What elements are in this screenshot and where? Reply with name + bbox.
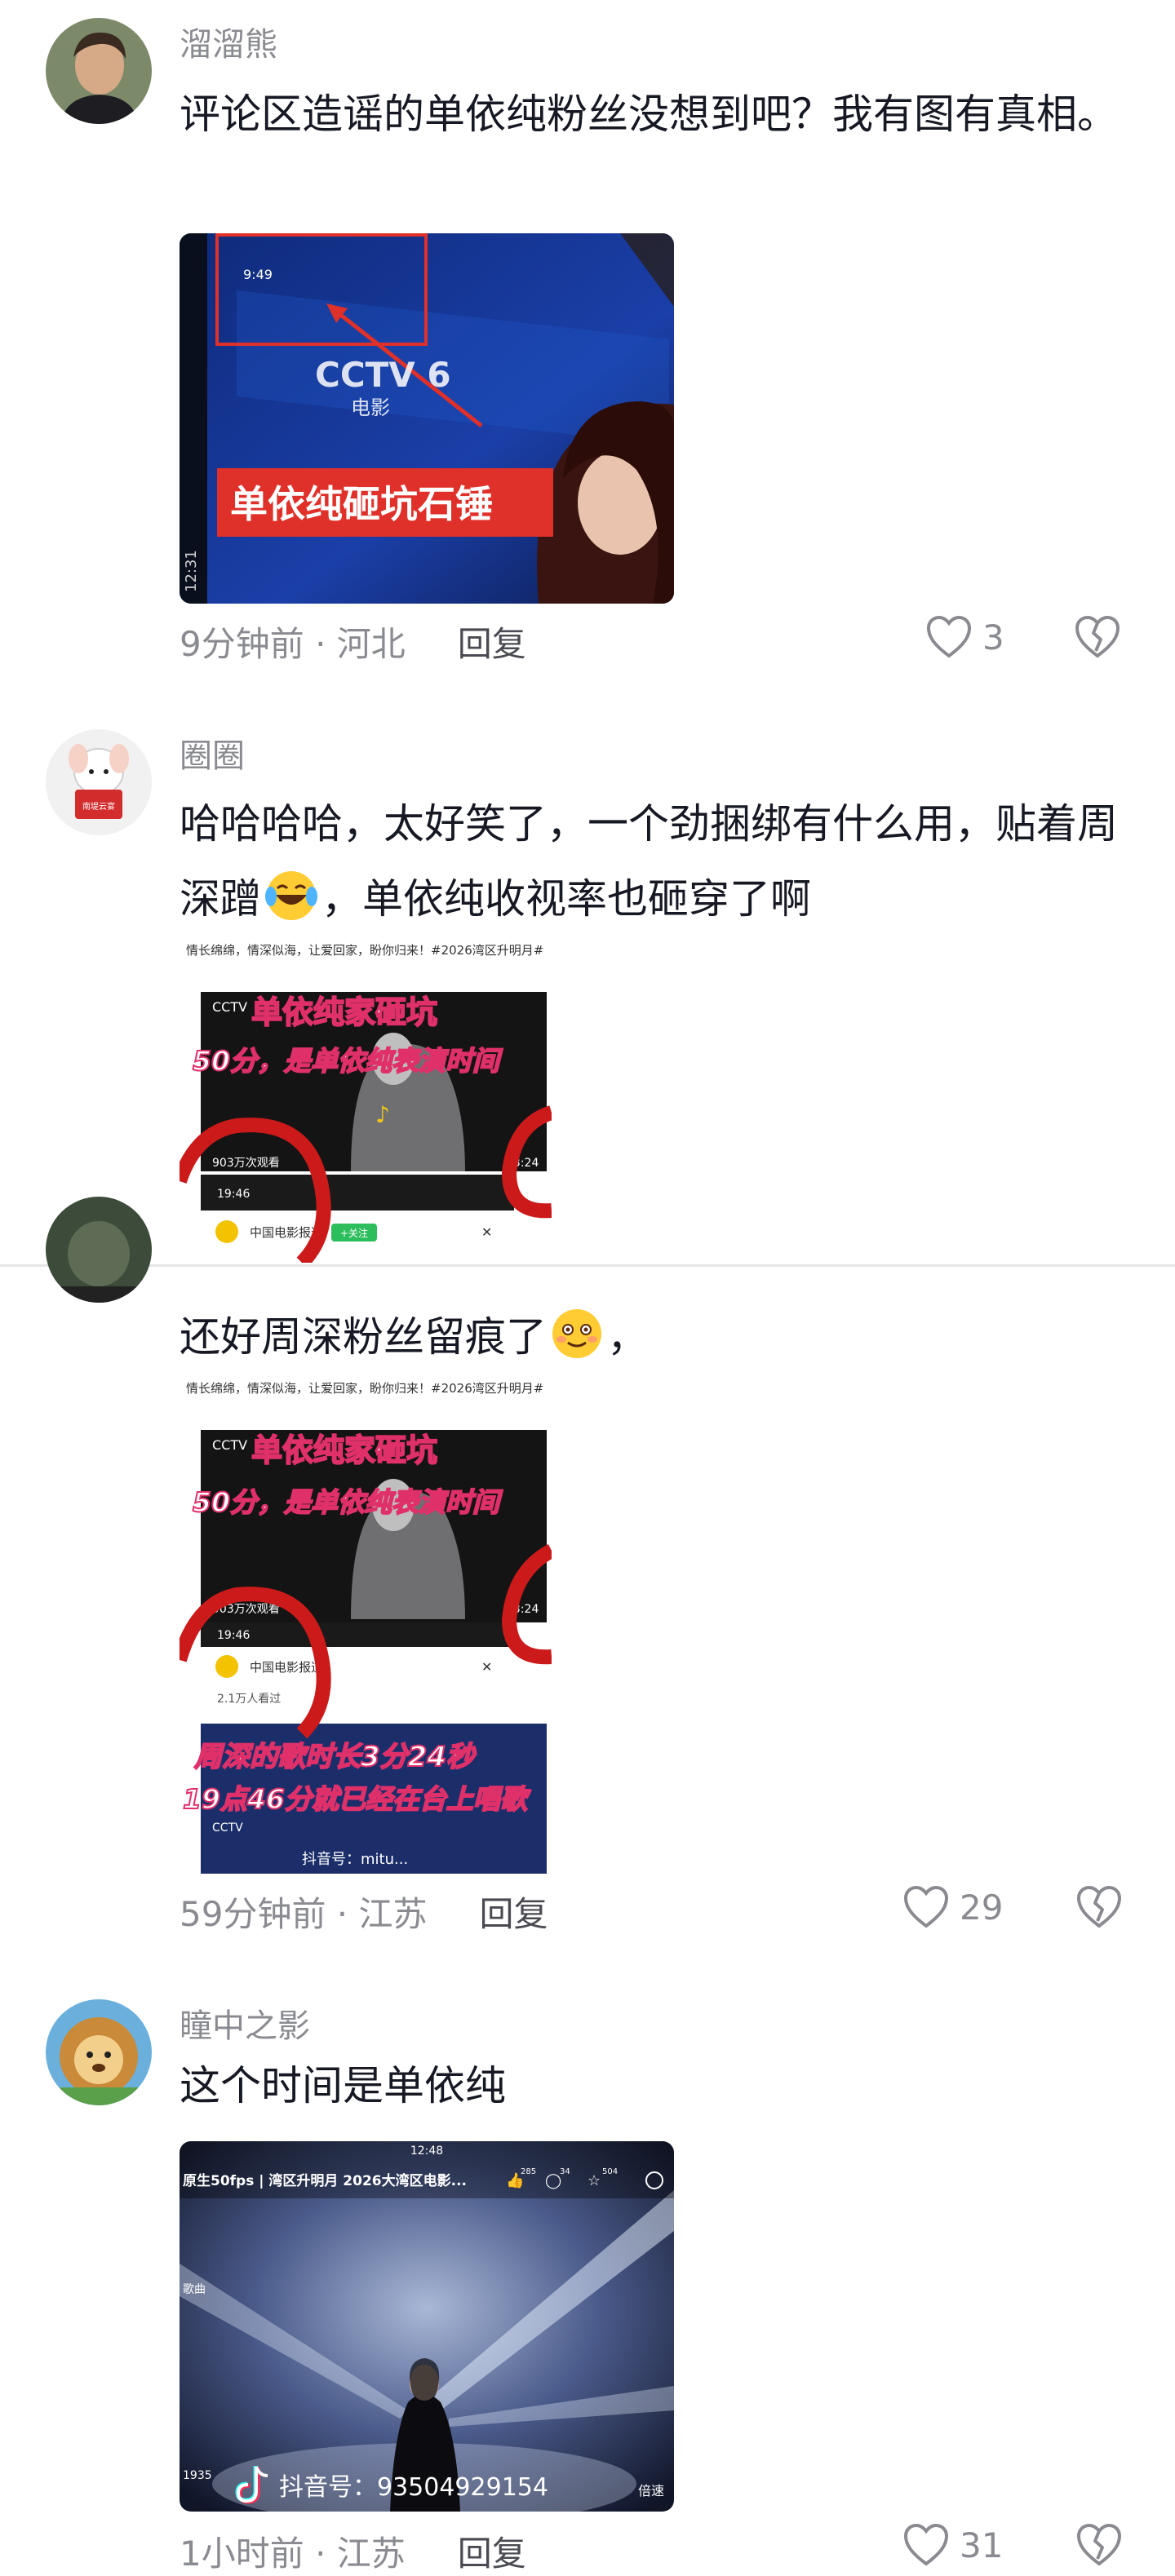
side-time: 12:31	[183, 550, 200, 592]
comment-section-top: 溜溜熊 评论区造谣的单依纯粉丝没想到吧？我有图有真相。 9:49 CCTV 6 …	[0, 0, 1175, 1267]
speed-label: 倍速	[638, 2483, 664, 2499]
comment-item: 瞳中之影 这个时间是单依纯 12:48 原生50fps | 湾区升明月 2026…	[0, 1993, 1175, 2574]
heart-outline-icon	[903, 1885, 949, 1928]
avatar[interactable]	[46, 1197, 152, 1303]
comment-image[interactable]: 12:48 原生50fps | 湾区升明月 2026大湾区电影... 👍 285…	[180, 2141, 674, 2512]
like-button[interactable]: 3	[925, 615, 1004, 659]
like-button[interactable]: 29	[902, 1885, 1003, 1929]
douyin-id: mitu...	[361, 1851, 408, 1868]
status-time: 19:46	[217, 1629, 250, 1642]
svg-text:CCTV: CCTV	[212, 1821, 243, 1835]
dislike-button[interactable]	[1074, 615, 1121, 662]
broken-heart-icon	[1076, 2523, 1122, 2566]
comment-item: 溜溜熊 评论区造谣的单依纯粉丝没想到吧？我有图有真相。 9:49 CCTV 6 …	[0, 0, 1175, 710]
comment-text-part: ，	[607, 1313, 648, 1361]
seen-count: 2.1万人看过	[217, 1693, 281, 1706]
comment-section-bottom: 还好周深粉丝留痕了 ， 情长绵绵，情深似海，让爱回家，盼你归来！#2026湾区升…	[0, 1197, 1175, 2574]
status-time: 9:49	[243, 267, 273, 282]
cctv-sub: 电影	[351, 396, 390, 419]
username[interactable]: 瞳中之影	[180, 1999, 310, 2047]
svg-text:✕: ✕	[481, 1224, 492, 1240]
like-count: 29	[960, 1887, 1004, 1928]
views: 903万次观看	[212, 1157, 280, 1170]
comment-image[interactable]: 情长绵绵，情深似海，让爱回家，盼你归来！#2026湾区升明月# CCTV ♪ 单…	[180, 936, 552, 1263]
comment-meta: 59分钟前 · 江苏 回复	[180, 1887, 548, 1936]
laughing-crying-emoji-icon	[265, 871, 317, 920]
time-location: 1小时前 · 江苏	[180, 2534, 406, 2574]
avatar[interactable]	[46, 1999, 152, 2105]
reply-button[interactable]: 回复	[458, 624, 526, 664]
bottom-left: 1935	[183, 2469, 212, 2482]
overlay-text: 单依纯砸坑石锤	[230, 482, 493, 526]
image-title1: 单依纯家砸坑	[251, 1432, 437, 1468]
time-location: 59分钟前 · 江苏	[180, 1894, 428, 1934]
username[interactable]: 圈圈	[180, 729, 245, 777]
image-title2: 50分，是单依纯表演时间	[193, 1486, 503, 1518]
account-name: 中国电影报道	[250, 1660, 323, 1675]
comment-text: 评论区造谣的单依纯粉丝没想到吧？我有图有真相。	[180, 91, 1118, 138]
image-line4: 19点46分就已经在台上唱歌	[183, 1783, 531, 1815]
avatar-badge: 南堤云宴	[82, 801, 115, 812]
image-caption: 情长绵绵，情深似海，让爱回家，盼你归来！#2026湾区升明月#	[186, 1381, 544, 1396]
time-location: 9分钟前 · 河北	[180, 624, 406, 664]
username[interactable]: 溜溜熊	[180, 18, 277, 65]
douyin-label: 抖音号：	[302, 1851, 361, 1868]
broken-heart-icon	[1076, 1885, 1122, 1928]
comment-text: 这个时间是单依纯	[180, 2062, 506, 2109]
avatar[interactable]	[46, 18, 152, 124]
status-time: 12:48	[410, 2144, 443, 2158]
comment-text: 还好周深粉丝留痕了 ，	[180, 1304, 1118, 1370]
douyin-id: 抖音号：93504929154	[279, 2473, 548, 2502]
cctv-logo: CCTV 6	[315, 355, 451, 395]
follow-label: +关注	[340, 1227, 368, 1239]
dislike-button[interactable]	[1075, 1885, 1123, 1932]
svg-text:☆: ☆	[588, 2172, 601, 2189]
like-count: 31	[960, 2525, 1004, 2565]
reply-button[interactable]: 回复	[480, 1894, 548, 1934]
comment-meta: 9分钟前 · 河北 回复	[180, 617, 526, 666]
svg-text:♪: ♪	[375, 1101, 390, 1128]
svg-text:CCTV: CCTV	[212, 1437, 247, 1453]
image-caption: 情长绵绵，情深似海，让爱回家，盼你归来！#2026湾区升明月#	[186, 943, 544, 958]
comment-text-part: 还好周深粉丝留痕了	[180, 1313, 547, 1361]
comment-item: 还好周深粉丝留痕了 ， 情长绵绵，情深似海，让爱回家，盼你归来！#2026湾区升…	[0, 1197, 1175, 1952]
image-title2: 50分，是单依纯表演时间	[193, 1045, 503, 1077]
like-button[interactable]: 31	[902, 2523, 1003, 2567]
avatar[interactable]: 南堤云宴	[46, 729, 152, 835]
smiling-emoji-icon	[552, 1309, 601, 1358]
image-line3: 周深的歌时长3分24秒	[193, 1741, 477, 1773]
reply-button[interactable]: 回复	[458, 2534, 526, 2574]
comment-item: 南堤云宴 圈圈 哈哈哈哈，太好笑了，一个劲捆绑有什么用，贴着周深蹭 ，单依纯收视…	[0, 718, 1175, 1264]
comment-text: 哈哈哈哈，太好笑了，一个劲捆绑有什么用，贴着周深蹭 ，单依纯收视率也砸穿了啊	[180, 786, 1118, 936]
dislike-button[interactable]	[1075, 2523, 1123, 2570]
heart-outline-icon	[903, 2523, 949, 2566]
svg-text:抖音号：mitu...: 抖音号：mitu...	[302, 1851, 408, 1868]
stat-comments: 34	[560, 2167, 570, 2176]
stat-likes: 285	[521, 2167, 536, 2176]
like-count: 3	[982, 617, 1004, 657]
comment-text-part: ，单依纯收视率也砸穿了啊	[321, 875, 811, 923]
broken-heart-icon	[1075, 615, 1120, 658]
stat-favorites: 504	[602, 2167, 618, 2176]
comment-meta: 1小时前 · 江苏 回复	[180, 2526, 526, 2576]
video-title: 原生50fps | 湾区升明月 2026大湾区电影...	[183, 2172, 467, 2189]
heart-outline-icon	[926, 615, 972, 658]
comment-image[interactable]: 情长绵绵，情深似海，让爱回家，盼你归来！#2026湾区升明月# CCTV 单依纯…	[180, 1374, 552, 1874]
comment-image[interactable]: 9:49 CCTV 6 电影 单依纯砸坑石锤 12:31	[180, 233, 674, 604]
status-time: 19:46	[217, 1188, 250, 1201]
svg-text:✕: ✕	[481, 1659, 492, 1675]
image-title1: 单依纯家砸坑	[251, 994, 437, 1030]
left-label: 歌曲	[183, 2283, 206, 2296]
svg-text:CCTV: CCTV	[212, 999, 247, 1015]
